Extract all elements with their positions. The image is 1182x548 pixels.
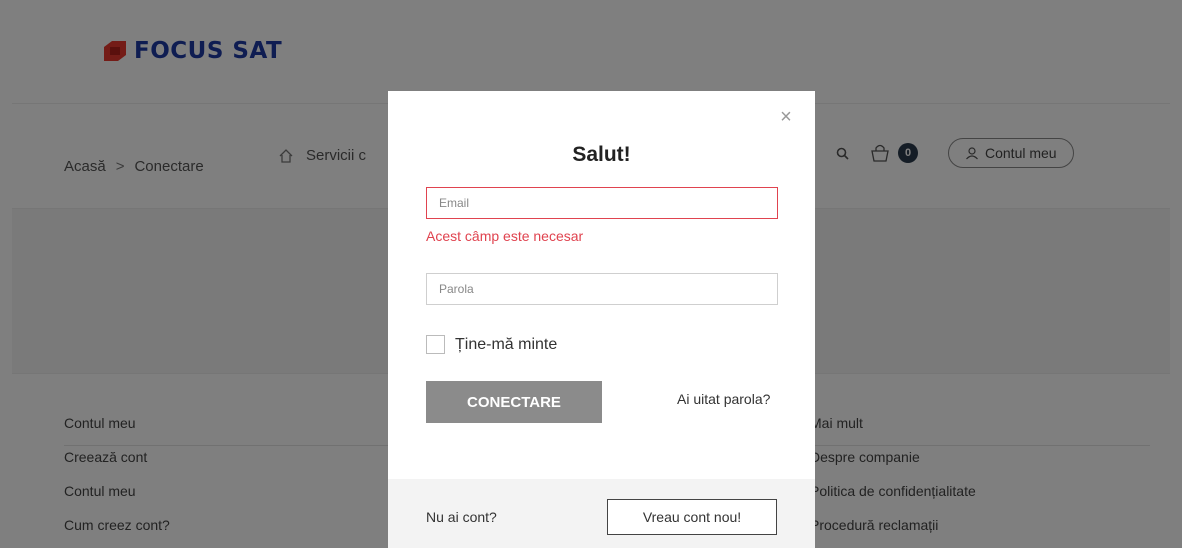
- register-button[interactable]: Vreau cont nou!: [607, 499, 777, 535]
- login-button[interactable]: CONECTARE: [426, 381, 602, 423]
- login-modal: × Salut! Acest câmp este necesar Ține-mă…: [388, 91, 815, 548]
- modal-title: Salut!: [572, 143, 631, 166]
- forgot-password-link[interactable]: Ai uitat parola?: [677, 391, 770, 407]
- email-field[interactable]: [426, 187, 778, 219]
- no-account-text: Nu ai cont?: [426, 509, 497, 525]
- remember-me-checkbox[interactable]: [426, 335, 445, 354]
- email-error-message: Acest câmp este necesar: [426, 228, 584, 244]
- remember-me[interactable]: Ține-mă minte: [426, 335, 557, 354]
- remember-me-label: Ține-mă minte: [455, 335, 558, 353]
- password-field[interactable]: [426, 273, 778, 305]
- close-icon[interactable]: ×: [775, 107, 797, 129]
- modal-footer: Nu ai cont? Vreau cont nou!: [388, 479, 815, 548]
